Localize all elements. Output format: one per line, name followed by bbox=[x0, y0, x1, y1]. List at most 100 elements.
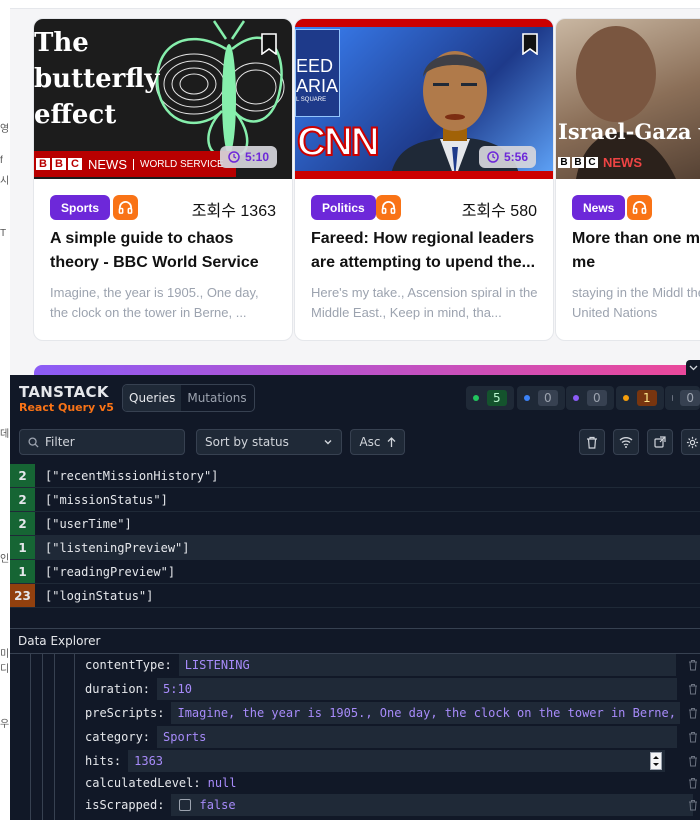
query-row-selected[interactable]: 1 ["listeningPreview"] bbox=[10, 536, 700, 560]
field-row: preScripts: Imagine, the year is 1905., … bbox=[85, 702, 681, 724]
settings-button[interactable] bbox=[681, 429, 700, 455]
duration-badge: 5:56 bbox=[479, 146, 537, 168]
field-value-input[interactable]: Imagine, the year is 1905., One day, the… bbox=[171, 702, 681, 724]
category-badge: News bbox=[572, 195, 626, 220]
bookmark-icon[interactable] bbox=[521, 33, 539, 55]
status-count: 5 bbox=[487, 390, 507, 406]
card-excerpt: Here's my take., Ascension spiral in the… bbox=[311, 285, 538, 320]
filter-input[interactable]: Filter bbox=[19, 429, 185, 455]
observer-count: 2 bbox=[10, 488, 35, 511]
sort-select[interactable]: Sort by status bbox=[196, 429, 342, 455]
headphones-icon bbox=[376, 195, 401, 220]
query-devtools-panel: TANSTACK React Query v5 Queries Mutation… bbox=[10, 375, 700, 820]
trash-icon[interactable] bbox=[688, 777, 698, 789]
field-value-checkbox[interactable]: false bbox=[171, 794, 694, 816]
trash-icon[interactable] bbox=[688, 731, 698, 743]
query-row[interactable]: 2 ["userTime"] bbox=[10, 512, 700, 536]
field-row: calculatedLevel: null bbox=[85, 772, 237, 794]
card-excerpt: Imagine, the year is 1905., One day, the… bbox=[50, 285, 259, 320]
app-page: The butterfly effect B B C NEWS WORLD SE… bbox=[10, 0, 700, 375]
field-row: contentType: LISTENING bbox=[85, 654, 676, 676]
offline-toggle-button[interactable] bbox=[613, 429, 639, 455]
field-row: duration: 5:10 bbox=[85, 678, 678, 700]
trash-icon bbox=[587, 436, 597, 449]
status-dot-icon bbox=[623, 395, 629, 401]
card-excerpt: staying in the Middl the, United Nations bbox=[572, 285, 700, 320]
field-value-input[interactable]: 5:10 bbox=[157, 678, 678, 700]
external-window-icon bbox=[654, 436, 666, 448]
query-row[interactable]: 2 ["missionStatus"] bbox=[10, 488, 700, 512]
field-key: calculatedLevel: bbox=[85, 776, 201, 790]
field-value: null bbox=[207, 776, 237, 790]
edge-glyph: 미 bbox=[0, 649, 10, 660]
edge-glyph: f bbox=[0, 155, 3, 166]
tab-mutations[interactable]: Mutations bbox=[181, 385, 252, 411]
bbc-logo-bar: B B C NEWS WORLD SERVICE bbox=[34, 151, 236, 177]
chevron-down-icon bbox=[689, 365, 697, 371]
content-card[interactable]: EED ARIA L SQUARE CNN 5:56 Politics 조회수 … bbox=[294, 18, 554, 341]
field-key: duration: bbox=[85, 682, 151, 696]
trash-icon[interactable] bbox=[688, 799, 698, 811]
card-title[interactable]: Fareed: How regional leaders are attempt… bbox=[311, 227, 543, 275]
devtools-collapse-handle[interactable] bbox=[686, 360, 700, 376]
field-value-input[interactable]: Sports bbox=[157, 726, 678, 748]
category-badge: Sports bbox=[50, 195, 111, 220]
trash-icon[interactable] bbox=[688, 659, 698, 671]
headphones-icon bbox=[113, 195, 138, 220]
observer-count: 23 bbox=[10, 584, 35, 607]
card-title[interactable]: A simple guide to chaos theory - BBC Wor… bbox=[50, 227, 282, 275]
card-thumbnail: Israel-Gaza v B B C NEWS bbox=[556, 19, 700, 179]
edge-glyph: 인 bbox=[0, 554, 10, 565]
edge-glyph: T bbox=[0, 228, 7, 239]
checkbox-icon[interactable] bbox=[179, 799, 192, 811]
trash-icon[interactable] bbox=[688, 755, 698, 767]
status-count: 0 bbox=[680, 390, 700, 406]
field-value: false bbox=[199, 798, 236, 812]
field-key: preScripts: bbox=[85, 706, 165, 720]
trash-icon[interactable] bbox=[688, 707, 698, 719]
sort-order-button[interactable]: Asc bbox=[350, 429, 405, 455]
field-value-input[interactable]: LISTENING bbox=[178, 654, 676, 676]
status-count: 0 bbox=[587, 390, 607, 406]
view-count: 조회수 580 bbox=[461, 203, 537, 220]
clock-icon bbox=[487, 151, 499, 163]
number-stepper-icon[interactable] bbox=[650, 752, 663, 770]
filter-placeholder: Filter bbox=[45, 435, 75, 449]
query-row[interactable]: 2 ["recentMissionHistory"] bbox=[10, 464, 700, 488]
status-count-stale: 1 bbox=[616, 386, 664, 410]
query-row[interactable]: 1 ["readingPreview"] bbox=[10, 560, 700, 584]
field-row: isScrapped: false bbox=[85, 794, 694, 816]
field-row: category: Sports bbox=[85, 726, 678, 748]
sort-label: Sort by status bbox=[205, 435, 289, 449]
trash-icon[interactable] bbox=[688, 683, 698, 695]
edge-glyph: 디 bbox=[0, 664, 10, 675]
status-count: 0 bbox=[538, 390, 558, 406]
top-bar bbox=[10, 0, 700, 9]
clear-cache-button[interactable] bbox=[579, 429, 605, 455]
logo-text: NEWS bbox=[603, 155, 642, 170]
query-key: ["userTime"] bbox=[45, 516, 132, 531]
tab-queries[interactable]: Queries bbox=[123, 385, 182, 411]
content-card[interactable]: The butterfly effect B B C NEWS WORLD SE… bbox=[33, 18, 293, 341]
chevron-down-icon bbox=[324, 440, 332, 445]
bookmark-icon[interactable] bbox=[260, 33, 278, 55]
content-card[interactable]: Israel-Gaza v B B C NEWS News More than … bbox=[555, 18, 700, 341]
wifi-icon bbox=[619, 437, 633, 448]
card-title[interactable]: More than one m in Gaza need me bbox=[572, 227, 700, 275]
gradient-banner bbox=[34, 365, 700, 375]
status-count-inactive: 0 bbox=[665, 386, 700, 410]
query-row[interactable]: 23 ["loginStatus"] bbox=[10, 584, 700, 608]
field-value-number-input[interactable]: 1363 bbox=[128, 750, 666, 772]
field-key: hits: bbox=[85, 754, 122, 768]
edge-glyph: 우 bbox=[0, 719, 10, 730]
edge-glyph: 시 bbox=[0, 176, 10, 187]
open-in-window-button[interactable] bbox=[647, 429, 673, 455]
headphones-icon bbox=[627, 195, 652, 220]
data-explorer-header: Data Explorer bbox=[10, 628, 700, 654]
edge-glyph: 데 bbox=[0, 429, 10, 440]
devtools-tabs: Queries Mutations bbox=[122, 384, 255, 412]
observer-count: 2 bbox=[10, 512, 35, 535]
devtools-brand: TANSTACK bbox=[19, 383, 109, 401]
thumb-headline: The bbox=[34, 28, 89, 58]
devtools-subbrand: React Query v5 bbox=[19, 401, 114, 414]
